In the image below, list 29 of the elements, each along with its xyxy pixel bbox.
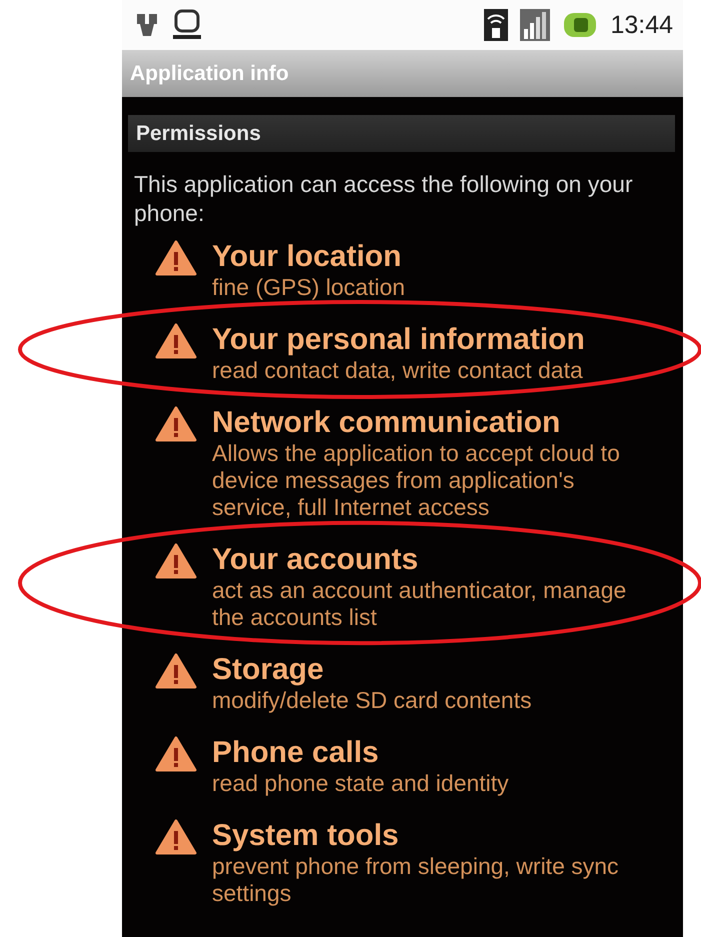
warning-icon: [155, 323, 197, 359]
permission-detail: modify/delete SD card contents: [212, 687, 533, 714]
wifi-icon: [484, 9, 508, 41]
permission-title: System tools: [212, 819, 400, 853]
permission-title: Phone calls: [212, 736, 380, 770]
permission-detail: fine (GPS) location: [212, 274, 406, 301]
warning-icon: [155, 240, 197, 276]
battery-icon: [562, 12, 598, 38]
signal-icon: [520, 9, 550, 41]
clock-time: 13:44: [610, 10, 673, 40]
permission-title: Network communication: [212, 406, 562, 440]
permission-detail: read phone state and identity: [212, 770, 510, 797]
warning-icon: [155, 736, 197, 772]
warning-icon: [155, 406, 197, 442]
permission-detail: act as an account authenticator, manage the accounts list: [212, 577, 628, 631]
monitor-icon: [172, 9, 202, 41]
permission-detail: Allows the application to accept cloud to device messages from application's service, full Internet access: [212, 440, 621, 521]
permission-detail: prevent phone from sleeping, write sync settings: [212, 853, 620, 907]
permission-title: Your accounts: [212, 543, 420, 577]
description-text: This application can access the following on your phone:: [134, 170, 634, 228]
warning-icon: [155, 819, 197, 855]
permission-title: Your personal information: [212, 323, 586, 357]
warning-icon: [155, 653, 197, 689]
section-title: Permissions: [136, 122, 261, 146]
warning-icon: [155, 543, 197, 579]
window-title: Application info: [130, 62, 289, 86]
permission-title: Storage: [212, 653, 325, 687]
permission-detail: read contact data, write contact data: [212, 357, 584, 384]
permission-title: Your location: [212, 240, 402, 274]
